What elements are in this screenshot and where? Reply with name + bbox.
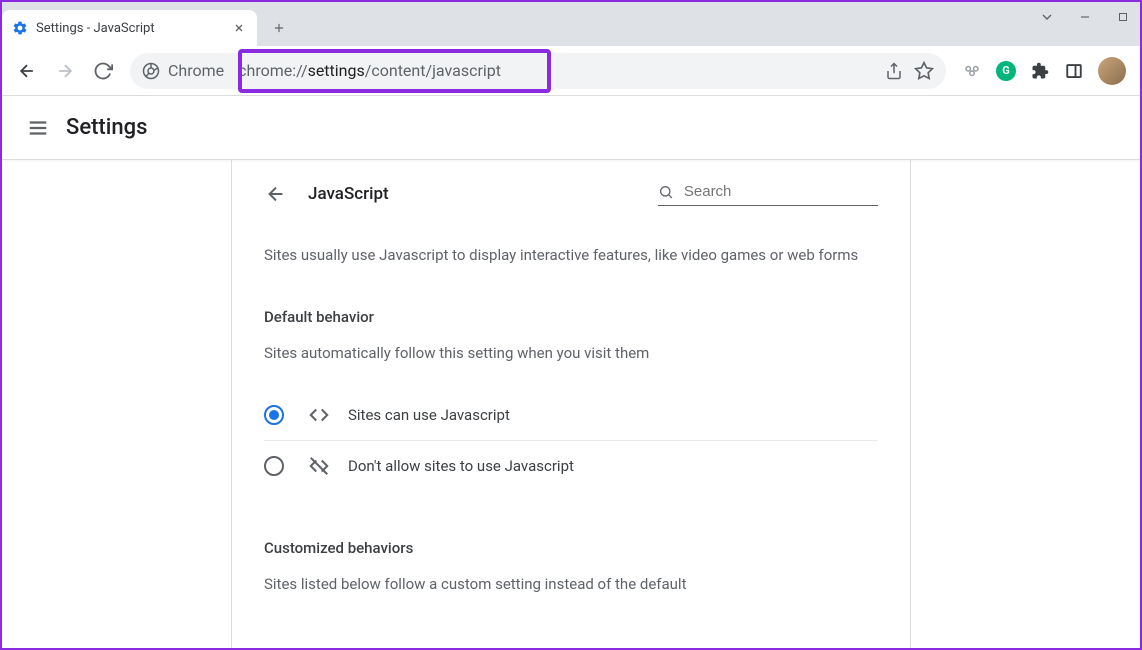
section-title: JavaScript — [308, 184, 658, 204]
address-bar[interactable]: Chrome chrome://settings/content/javascr… — [130, 53, 946, 89]
radio-group: Sites can use Javascript Don't allow sit… — [264, 390, 878, 491]
search-icon — [658, 183, 674, 201]
maximize-button[interactable] — [1114, 8, 1132, 26]
customized-behaviors-desc: Sites listed below follow a custom setti… — [264, 575, 878, 593]
profile-avatar[interactable] — [1098, 57, 1126, 85]
chrome-icon — [142, 62, 160, 80]
settings-card: JavaScript Sites usually use Javascript … — [231, 160, 911, 648]
minimize-button[interactable] — [1076, 8, 1094, 26]
toolbar-actions: G — [962, 57, 1126, 85]
hamburger-menu-icon[interactable] — [18, 108, 58, 148]
search-box[interactable] — [658, 183, 878, 206]
reload-button[interactable] — [86, 54, 120, 88]
forward-button[interactable] — [48, 54, 82, 88]
chevron-down-icon[interactable] — [1038, 8, 1056, 26]
default-behavior-label: Default behavior — [264, 308, 878, 326]
back-button[interactable] — [10, 54, 44, 88]
search-input[interactable] — [684, 183, 878, 200]
url-text: chrome://settings/content/javascript — [238, 61, 884, 80]
radio-button[interactable] — [264, 405, 284, 425]
radio-allow-js[interactable]: Sites can use Javascript — [264, 390, 878, 440]
browser-tab-strip: Settings - JavaScript — [2, 2, 1140, 46]
intro-text: Sites usually use Javascript to display … — [264, 246, 878, 264]
code-icon — [308, 404, 330, 426]
default-behavior-desc: Sites automatically follow this setting … — [264, 344, 878, 362]
extension-icon[interactable] — [962, 61, 982, 81]
side-panel-icon[interactable] — [1064, 61, 1084, 81]
radio-block-js[interactable]: Don't allow sites to use Javascript — [264, 440, 878, 491]
page-title: Settings — [66, 115, 147, 140]
close-icon[interactable] — [231, 20, 247, 36]
tab-title: Settings - JavaScript — [36, 21, 231, 36]
browser-tab[interactable]: Settings - JavaScript — [2, 10, 257, 46]
back-arrow-icon[interactable] — [264, 182, 288, 206]
bookmark-star-icon[interactable] — [914, 61, 934, 81]
share-icon[interactable] — [884, 61, 904, 81]
grammarly-icon[interactable]: G — [996, 61, 1016, 81]
extensions-puzzle-icon[interactable] — [1030, 61, 1050, 81]
omnibox-prefix-label: Chrome — [168, 61, 224, 80]
new-tab-button[interactable] — [265, 14, 293, 42]
settings-header: Settings — [2, 96, 1140, 160]
radio-label: Don't allow sites to use Javascript — [348, 457, 574, 475]
code-blocked-icon — [308, 455, 330, 477]
site-info[interactable]: Chrome — [142, 61, 224, 80]
card-header: JavaScript — [264, 182, 878, 206]
radio-button[interactable] — [264, 456, 284, 476]
gear-icon — [12, 20, 28, 36]
content-area: JavaScript Sites usually use Javascript … — [2, 160, 1140, 648]
radio-label: Sites can use Javascript — [348, 406, 510, 424]
browser-toolbar: Chrome chrome://settings/content/javascr… — [2, 46, 1140, 96]
customized-behaviors-label: Customized behaviors — [264, 539, 878, 557]
window-controls — [1038, 8, 1132, 26]
